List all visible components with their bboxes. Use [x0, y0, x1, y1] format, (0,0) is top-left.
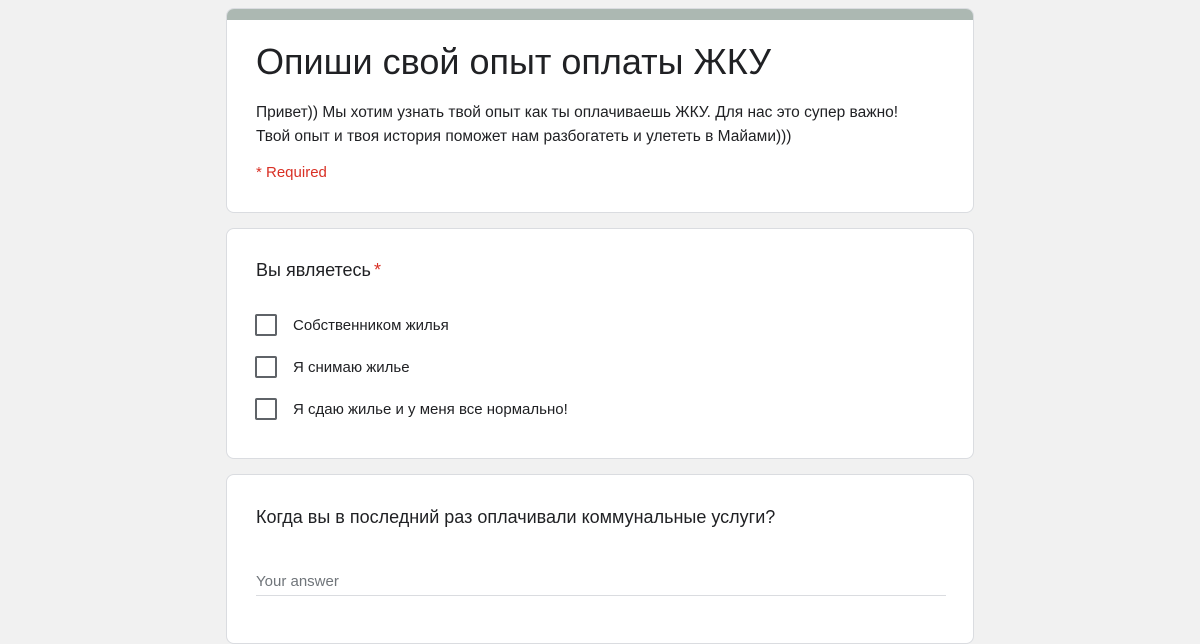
- form-container: Опиши свой опыт оплаты ЖКУ Привет)) Мы х…: [226, 8, 974, 644]
- required-note: * Required: [256, 164, 327, 181]
- form-title: Опиши свой опыт оплаты ЖКУ: [256, 41, 771, 82]
- answer-input[interactable]: [256, 567, 946, 596]
- option-owner[interactable]: Собственником жилья: [255, 313, 449, 337]
- option-label: Я сдаю жилье и у меня все нормально!: [293, 400, 568, 418]
- form-header-card: Опиши свой опыт оплаты ЖКУ Привет)) Мы х…: [226, 8, 974, 213]
- question-title-role: Вы являетесь *: [256, 258, 381, 282]
- question-title-text: Вы являетесь: [256, 260, 371, 280]
- checkbox-owner[interactable]: [255, 314, 277, 336]
- required-asterisk: *: [373, 260, 381, 280]
- checkbox-renter[interactable]: [255, 356, 277, 378]
- checkbox-landlord[interactable]: [255, 398, 277, 420]
- header-accent-bar: [227, 9, 973, 20]
- option-renter[interactable]: Я снимаю жилье: [255, 355, 410, 379]
- option-label: Я снимаю жилье: [293, 358, 410, 376]
- question-card-last-payment: Когда вы в последний раз оплачивали комм…: [226, 474, 974, 644]
- option-label: Собственником жилья: [293, 316, 449, 334]
- question-card-role: Вы являетесь * Собственником жилья Я сним…: [226, 228, 974, 459]
- option-landlord[interactable]: Я сдаю жилье и у меня все нормально!: [255, 397, 568, 421]
- form-description: Привет)) Мы хотим узнать твой опыт как т…: [256, 104, 899, 145]
- question-title-last-payment: Когда вы в последний раз оплачивали комм…: [256, 507, 776, 527]
